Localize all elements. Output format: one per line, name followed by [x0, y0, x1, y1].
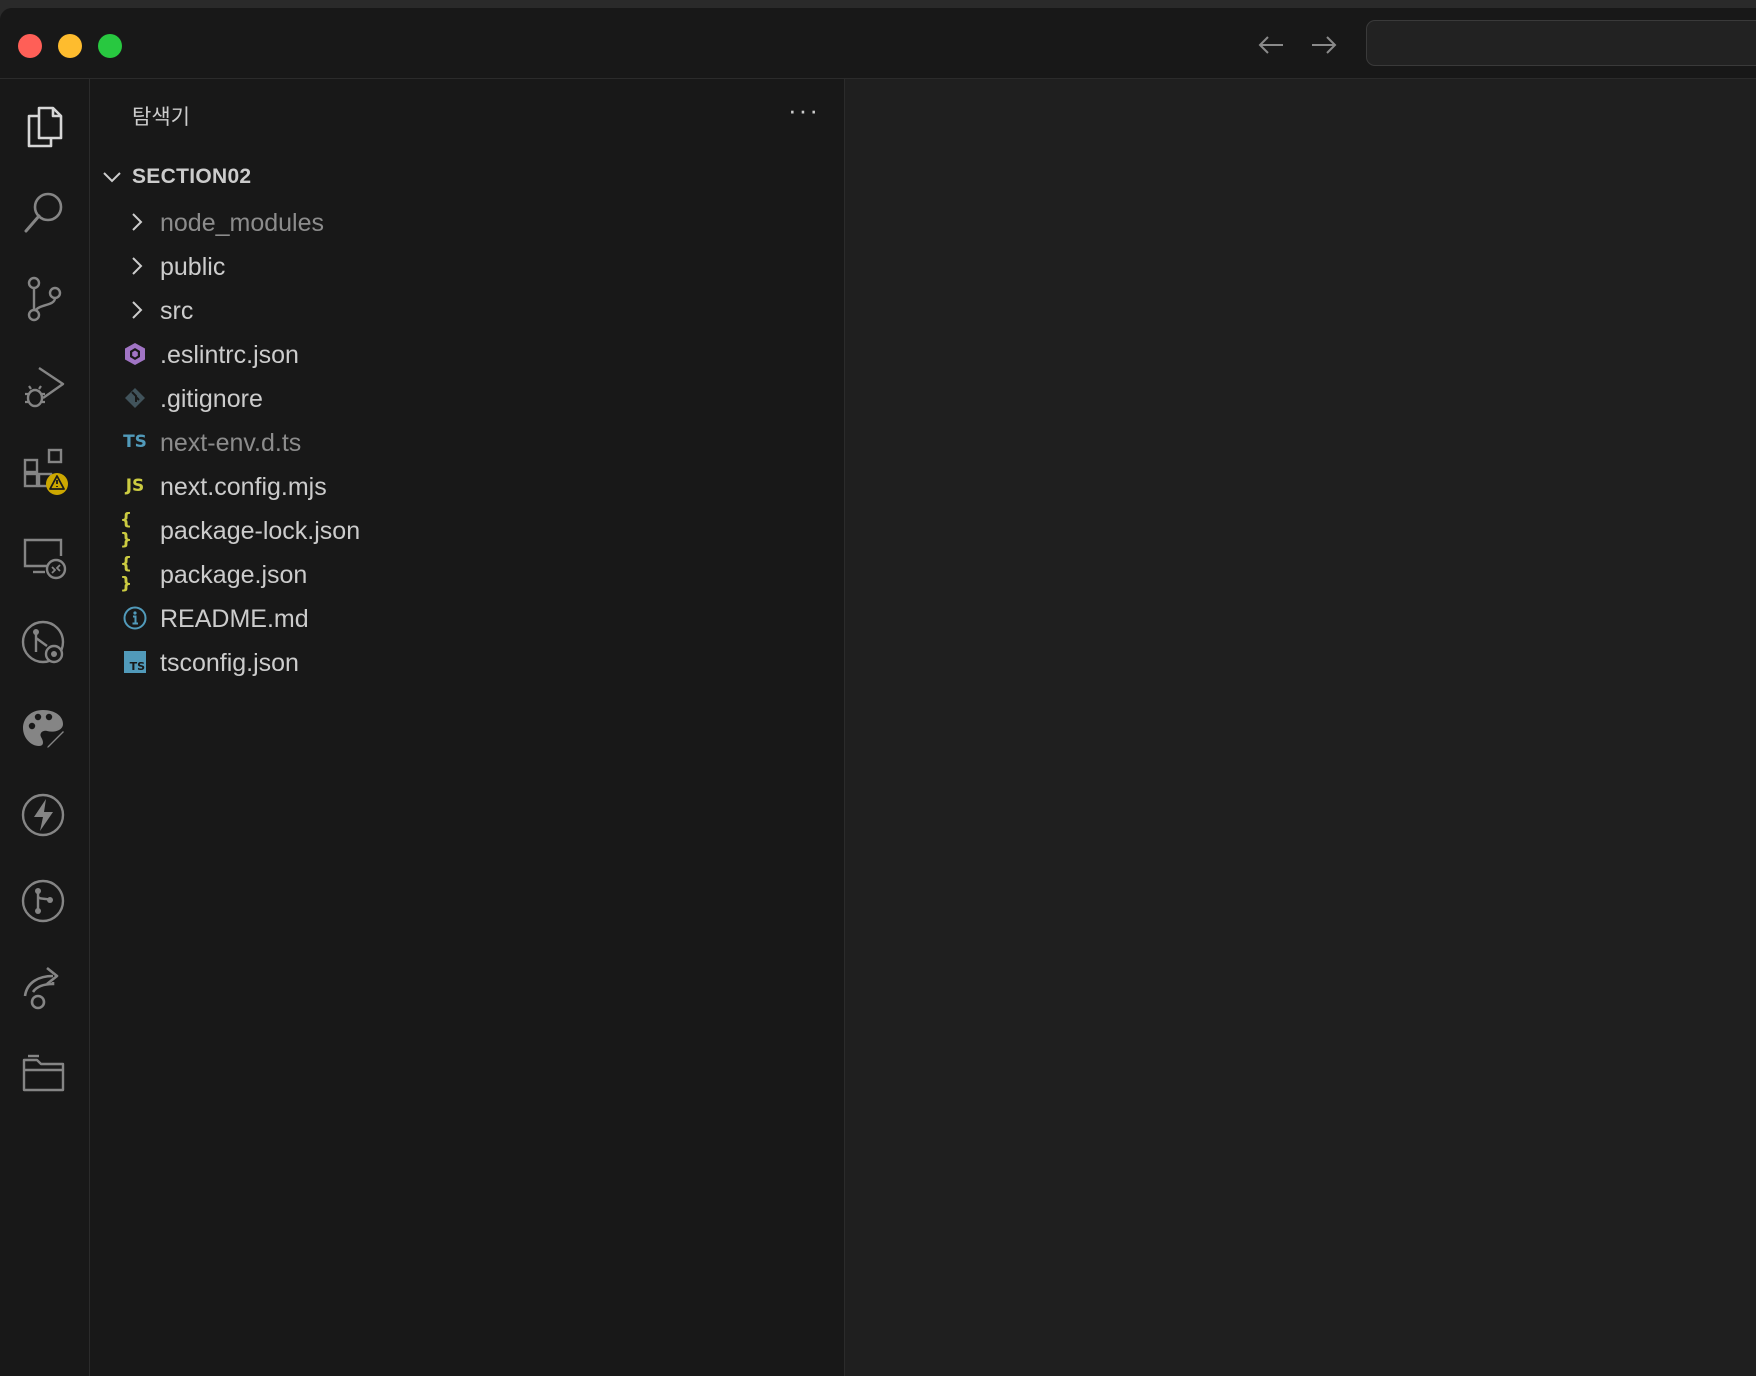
tree-file-next-env[interactable]: TS next-env.d.ts [90, 420, 845, 464]
section-header-section02[interactable]: SECTION02 [90, 159, 845, 195]
more-actions-button[interactable]: ··· [784, 97, 824, 128]
go-back-button[interactable] [1255, 30, 1287, 60]
tree-file-package-lock[interactable]: { } package-lock.json [90, 508, 845, 552]
tree-item-label: tsconfig.json [160, 649, 299, 677]
lightning-icon [21, 793, 65, 837]
vscode-window: 탐색기 ··· SECTION02 node_modules public sr… [0, 8, 1756, 1376]
explorer-sidebar: 탐색기 ··· SECTION02 node_modules public sr… [90, 79, 845, 1376]
section-label: SECTION02 [132, 165, 252, 188]
tree-item-label: package.json [160, 561, 308, 589]
typescript-icon: TS [123, 432, 147, 452]
activity-lightning[interactable] [14, 785, 74, 845]
live-share-icon [23, 966, 59, 1010]
maximize-window-button[interactable] [98, 34, 122, 58]
minimize-window-button[interactable] [58, 34, 82, 58]
tree-item-label: package-lock.json [160, 517, 361, 545]
title-bar [0, 8, 1756, 79]
activity-explorer[interactable] [14, 97, 74, 157]
tree-file-tsconfig[interactable]: TS tsconfig.json [90, 640, 845, 684]
editor-area[interactable] [845, 79, 1756, 1376]
activity-search[interactable] [14, 183, 74, 243]
tree-item-label: src [160, 297, 194, 325]
tree-item-label: next.config.mjs [160, 473, 327, 501]
tree-folder-node-modules[interactable]: node_modules [90, 200, 845, 244]
activity-extensions[interactable] [14, 441, 74, 501]
tree-file-eslintrc[interactable]: .eslintrc.json [90, 332, 845, 376]
git-icon [120, 385, 150, 411]
themes-icon [23, 710, 67, 751]
tree-item-label: .eslintrc.json [160, 341, 299, 369]
git-graph-icon [21, 620, 65, 664]
json-icon: { } [120, 554, 133, 594]
arrow-left-icon [1258, 36, 1283, 54]
tree-item-label: .gitignore [160, 385, 263, 413]
extensions-icon [23, 448, 68, 495]
go-forward-button[interactable] [1308, 30, 1340, 60]
javascript-icon: JS [125, 476, 145, 496]
tree-file-readme[interactable]: README.md [90, 596, 845, 640]
tree-file-gitignore[interactable]: .gitignore [90, 376, 845, 420]
tree-file-next-config[interactable]: JS next.config.mjs [90, 464, 845, 508]
arrow-right-icon [1312, 36, 1337, 54]
command-center-search[interactable] [1366, 20, 1756, 66]
chevron-down-icon [103, 172, 121, 183]
chevron-right-icon [132, 213, 143, 231]
activity-git-branch[interactable] [14, 871, 74, 931]
activity-run-debug[interactable] [14, 355, 74, 415]
activity-source-control[interactable] [14, 269, 74, 329]
search-icon [24, 192, 63, 233]
tree-folder-src[interactable]: src [90, 288, 845, 332]
eslint-icon [120, 341, 150, 367]
run-debug-icon [25, 367, 65, 408]
chevron-right-icon [132, 301, 143, 319]
activity-bar [0, 79, 90, 1376]
explorer-icon [27, 106, 63, 148]
chevron-right-icon [132, 257, 143, 275]
activity-remote-explorer[interactable] [14, 527, 74, 587]
close-window-button[interactable] [18, 34, 42, 58]
activity-live-share[interactable] [14, 957, 74, 1017]
sidebar-title: 탐색기 [132, 106, 190, 129]
tree-item-label: next-env.d.ts [160, 429, 302, 457]
source-control-icon [27, 276, 62, 322]
tsconfig-icon: TS [120, 649, 150, 675]
tsconfig-icon-label: TS [129, 660, 145, 673]
json-icon: { } [120, 510, 133, 550]
tree-item-label: node_modules [160, 209, 325, 237]
remote-explorer-icon [23, 538, 67, 580]
tree-file-package-json[interactable]: { } package.json [90, 552, 845, 596]
activity-themes[interactable] [14, 699, 74, 759]
tree-folder-public[interactable]: public [90, 244, 845, 288]
git-branch-icon [21, 879, 65, 923]
project-manager-icon [22, 1054, 65, 1092]
activity-project-manager[interactable] [14, 1043, 74, 1103]
tree-item-label: README.md [160, 605, 309, 633]
tree-item-label: public [160, 253, 226, 281]
info-icon [120, 605, 150, 631]
activity-git-graph[interactable] [14, 613, 74, 673]
